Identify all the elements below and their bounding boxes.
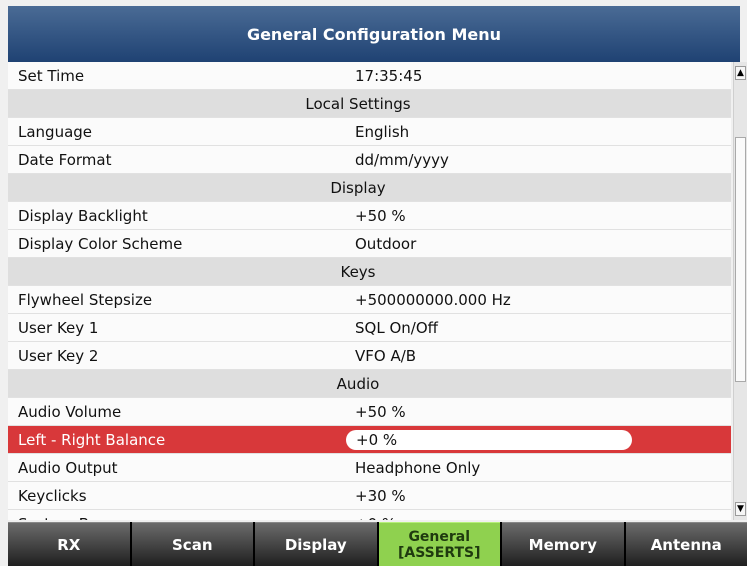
section-title: Local Settings bbox=[305, 95, 411, 113]
menu-row-left-right-balance[interactable]: Left - Right Balance +0 % bbox=[8, 426, 731, 454]
row-value: +0 % bbox=[355, 510, 396, 520]
row-label: Date Format bbox=[18, 151, 112, 169]
softkey-antenna[interactable]: Antenna bbox=[625, 522, 747, 566]
menu-row-display-color-scheme[interactable]: Display Color Scheme Outdoor bbox=[8, 230, 731, 258]
row-label: System Beep bbox=[18, 510, 117, 520]
row-label: User Key 1 bbox=[18, 319, 99, 337]
softkey-rx[interactable]: RX bbox=[8, 522, 130, 566]
row-label: Display Backlight bbox=[18, 207, 148, 225]
softkey-scan[interactable]: Scan bbox=[131, 522, 253, 566]
row-value: 17:35:45 bbox=[355, 67, 423, 85]
row-label: Audio Output bbox=[18, 459, 118, 477]
menu-row-display-backlight[interactable]: Display Backlight +50 % bbox=[8, 202, 731, 230]
menu-row-system-beep[interactable]: System Beep +0 % bbox=[8, 510, 731, 520]
row-label: Set Time bbox=[18, 67, 85, 85]
row-value: +30 % bbox=[355, 487, 406, 505]
scroll-thumb[interactable] bbox=[735, 137, 746, 382]
menu-row-audio-volume[interactable]: Audio Volume +50 % bbox=[8, 398, 731, 426]
section-title: Keys bbox=[340, 263, 376, 281]
menu-row-keyclicks[interactable]: Keyclicks +30 % bbox=[8, 482, 731, 510]
softkey-label: Scan bbox=[172, 535, 213, 554]
menu-row-language[interactable]: Language English bbox=[8, 118, 731, 146]
row-value: VFO A/B bbox=[355, 347, 417, 365]
row-value: Outdoor bbox=[355, 235, 417, 253]
section-header-audio: Audio bbox=[8, 370, 731, 398]
menu-row-flywheel-stepsize[interactable]: Flywheel Stepsize +500000000.000 Hz bbox=[8, 286, 731, 314]
row-value: +50 % bbox=[355, 207, 406, 225]
menu-row-date-format[interactable]: Date Format dd/mm/yyyy bbox=[8, 146, 731, 174]
row-value: dd/mm/yyyy bbox=[355, 151, 449, 169]
row-label: Language bbox=[18, 123, 93, 141]
balance-value-field[interactable]: +0 % bbox=[346, 430, 632, 450]
softkey-label: Antenna bbox=[650, 535, 722, 554]
row-label: Display Color Scheme bbox=[18, 235, 183, 253]
section-header-keys: Keys bbox=[8, 258, 731, 286]
softkey-label: RX bbox=[57, 535, 81, 554]
row-label: Audio Volume bbox=[18, 403, 122, 421]
section-title: Display bbox=[330, 179, 386, 197]
section-header-local-settings: Local Settings bbox=[8, 90, 731, 118]
section-title: Audio bbox=[336, 375, 380, 393]
row-value: SQL On/Off bbox=[355, 319, 438, 337]
row-label: Left - Right Balance bbox=[18, 431, 166, 449]
row-value: +500000000.000 Hz bbox=[355, 291, 511, 309]
row-value: English bbox=[355, 123, 410, 141]
softkey-display[interactable]: Display bbox=[255, 522, 377, 566]
row-label: User Key 2 bbox=[18, 347, 99, 365]
menu-row-audio-output[interactable]: Audio Output Headphone Only bbox=[8, 454, 731, 482]
row-label: Flywheel Stepsize bbox=[18, 291, 153, 309]
row-label: Keyclicks bbox=[18, 487, 87, 505]
scroll-down-arrow-icon[interactable]: ▼ bbox=[735, 502, 746, 516]
menu-row-user-key-2[interactable]: User Key 2 VFO A/B bbox=[8, 342, 731, 370]
menu-title: General Configuration Menu bbox=[8, 6, 740, 62]
softkey-label: Memory bbox=[528, 535, 597, 554]
softkey-label: Display bbox=[284, 535, 347, 554]
row-value: +50 % bbox=[355, 403, 406, 421]
section-header-display: Display bbox=[8, 174, 731, 202]
softkey-bar: RX Scan Display General [ASSERTS] Memory… bbox=[8, 522, 747, 566]
menu-row-user-key-1[interactable]: User Key 1 SQL On/Off bbox=[8, 314, 731, 342]
scroll-up-arrow-icon[interactable]: ▲ bbox=[735, 66, 746, 80]
softkey-general[interactable]: General [ASSERTS] bbox=[378, 522, 500, 566]
menu-scrollbar[interactable]: ▲ ▼ bbox=[733, 62, 747, 520]
softkey-memory[interactable]: Memory bbox=[502, 522, 624, 566]
softkey-label: General bbox=[408, 528, 471, 545]
row-value: Headphone Only bbox=[355, 459, 481, 477]
softkey-sublabel: [ASSERTS] bbox=[397, 544, 481, 561]
settings-list: Set Time 17:35:45 Local Settings Languag… bbox=[8, 62, 731, 520]
menu-row-set-time[interactable]: Set Time 17:35:45 bbox=[8, 62, 731, 90]
screen: General Configuration Menu Set Time 17:3… bbox=[0, 0, 747, 566]
